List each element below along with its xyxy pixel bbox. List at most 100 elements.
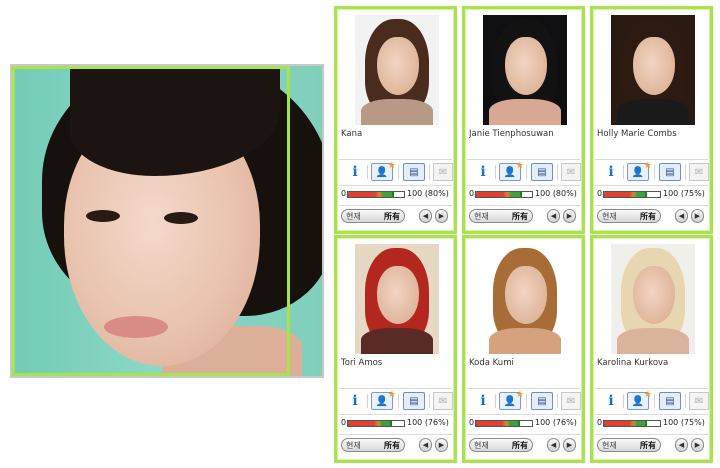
match-photo[interactable] — [611, 15, 695, 125]
scope-option-current[interactable]: 현재 — [470, 211, 493, 222]
divider — [398, 394, 399, 408]
arrow-right-icon[interactable]: ▶ — [435, 438, 448, 452]
info-icon[interactable]: i — [475, 163, 491, 181]
score-min-label: 0 — [597, 189, 603, 198]
divider — [467, 185, 580, 186]
similarity-score: 0 100 (80%) — [341, 189, 456, 201]
score-bar — [347, 191, 405, 198]
scope-toggle[interactable]: 현재 所有 — [469, 209, 533, 223]
match-photo-shoulders — [489, 328, 561, 354]
match-card[interactable]: Holly Marie Combs i 👤 ★ ▤ ✉ 0 100 (75%) 현재 所有 ◀ ▶ — [590, 6, 713, 234]
envelope-icon[interactable]: ✉ — [433, 163, 453, 181]
scope-option-all[interactable]: 所有 — [380, 211, 404, 222]
match-actions: i 👤 ★ ▤ ✉ — [341, 390, 456, 412]
person-star-icon[interactable]: 👤 ★ — [627, 161, 652, 181]
match-card[interactable]: Karolina Kurkova i 👤 ★ ▤ ✉ 0 100 (75%) 현재 所有 ◀ ▶ — [590, 235, 713, 463]
match-photo[interactable] — [611, 244, 695, 354]
score-bar — [475, 420, 533, 427]
match-controls: 현재 所有 ◀ ▶ — [469, 438, 584, 454]
match-name: Koda Kumi — [469, 358, 514, 368]
envelope-icon[interactable]: ✉ — [561, 163, 581, 181]
person-star-icon[interactable]: 👤 ★ — [371, 161, 396, 181]
match-card[interactable]: Tori Amos i 👤 ★ ▤ ✉ 0 100 (76%) 현재 所有 ◀ ▶ — [334, 235, 457, 463]
divider — [367, 165, 368, 179]
scope-option-current[interactable]: 현재 — [342, 211, 365, 222]
match-controls: 현재 所有 ◀ ▶ — [597, 209, 712, 225]
arrow-left-icon[interactable]: ◀ — [419, 438, 432, 452]
divider — [339, 159, 452, 160]
match-actions: i 👤 ★ ▤ ✉ — [597, 161, 712, 183]
match-controls: 현재 所有 ◀ ▶ — [469, 209, 584, 225]
divider — [339, 205, 452, 206]
envelope-icon[interactable]: ✉ — [433, 392, 453, 410]
match-photo-shoulders — [617, 99, 689, 125]
divider — [339, 414, 452, 415]
info-icon[interactable]: i — [603, 392, 619, 410]
scope-toggle[interactable]: 현재 所有 — [341, 438, 405, 452]
score-max-label: 100 (80%) — [407, 189, 449, 198]
match-photo[interactable] — [355, 15, 439, 125]
contact-card-icon[interactable]: ▤ — [659, 392, 681, 410]
arrow-left-icon[interactable]: ◀ — [547, 209, 560, 223]
envelope-icon[interactable]: ✉ — [689, 163, 709, 181]
contact-card-icon[interactable]: ▤ — [531, 392, 553, 410]
match-photo[interactable] — [483, 15, 567, 125]
match-controls: 현재 所有 ◀ ▶ — [341, 209, 456, 225]
arrow-right-icon[interactable]: ▶ — [563, 209, 576, 223]
arrow-left-icon[interactable]: ◀ — [547, 438, 560, 452]
arrow-right-icon[interactable]: ▶ — [435, 209, 448, 223]
match-card[interactable]: Janie Tienphosuwan i 👤 ★ ▤ ✉ 0 100 (80%) 현재 所有 ◀ ▶ — [462, 6, 585, 234]
match-card[interactable]: Kana i 👤 ★ ▤ ✉ 0 100 (80%) 현재 所有 ◀ ▶ — [334, 6, 457, 234]
scope-option-all[interactable]: 所有 — [380, 440, 404, 451]
arrow-right-icon[interactable]: ▶ — [691, 438, 704, 452]
divider — [595, 388, 708, 389]
scope-option-all[interactable]: 所有 — [508, 211, 532, 222]
scope-option-all[interactable]: 所有 — [636, 211, 660, 222]
score-max-label: 100 (80%) — [535, 189, 577, 198]
divider — [495, 394, 496, 408]
divider — [429, 165, 430, 179]
match-name: Karolina Kurkova — [597, 358, 669, 368]
divider — [339, 185, 452, 186]
arrow-right-icon[interactable]: ▶ — [563, 438, 576, 452]
score-marker — [517, 420, 520, 427]
info-icon[interactable]: i — [603, 163, 619, 181]
match-photo[interactable] — [483, 244, 567, 354]
match-name: Kana — [341, 129, 363, 139]
match-photo[interactable] — [355, 244, 439, 354]
scope-toggle[interactable]: 현재 所有 — [341, 209, 405, 223]
info-icon[interactable]: i — [347, 163, 363, 181]
star-icon: ★ — [387, 390, 396, 400]
person-star-icon[interactable]: 👤 ★ — [627, 390, 652, 410]
scope-option-current[interactable]: 현재 — [470, 440, 493, 451]
arrow-left-icon[interactable]: ◀ — [419, 209, 432, 223]
scope-toggle[interactable]: 현재 所有 — [597, 438, 661, 452]
scope-toggle[interactable]: 현재 所有 — [597, 209, 661, 223]
person-star-icon[interactable]: 👤 ★ — [371, 390, 396, 410]
divider — [623, 394, 624, 408]
divider — [654, 165, 655, 179]
score-min-label: 0 — [597, 418, 603, 427]
info-icon[interactable]: i — [475, 392, 491, 410]
scope-option-all[interactable]: 所有 — [636, 440, 660, 451]
info-icon[interactable]: i — [347, 392, 363, 410]
scope-toggle[interactable]: 현재 所有 — [469, 438, 533, 452]
match-card[interactable]: Koda Kumi i 👤 ★ ▤ ✉ 0 100 (76%) 현재 所有 ◀ ▶ — [462, 235, 585, 463]
contact-card-icon[interactable]: ▤ — [659, 163, 681, 181]
scope-option-all[interactable]: 所有 — [508, 440, 532, 451]
divider — [467, 414, 580, 415]
contact-card-icon[interactable]: ▤ — [403, 392, 425, 410]
arrow-right-icon[interactable]: ▶ — [691, 209, 704, 223]
envelope-icon[interactable]: ✉ — [561, 392, 581, 410]
scope-option-current[interactable]: 현재 — [598, 211, 621, 222]
person-star-icon[interactable]: 👤 ★ — [499, 161, 524, 181]
contact-card-icon[interactable]: ▤ — [403, 163, 425, 181]
envelope-icon[interactable]: ✉ — [689, 392, 709, 410]
scope-option-current[interactable]: 현재 — [342, 440, 365, 451]
scope-option-current[interactable]: 현재 — [598, 440, 621, 451]
contact-card-icon[interactable]: ▤ — [531, 163, 553, 181]
arrow-left-icon[interactable]: ◀ — [675, 438, 688, 452]
match-photo-face — [505, 37, 547, 95]
person-star-icon[interactable]: 👤 ★ — [499, 390, 524, 410]
arrow-left-icon[interactable]: ◀ — [675, 209, 688, 223]
